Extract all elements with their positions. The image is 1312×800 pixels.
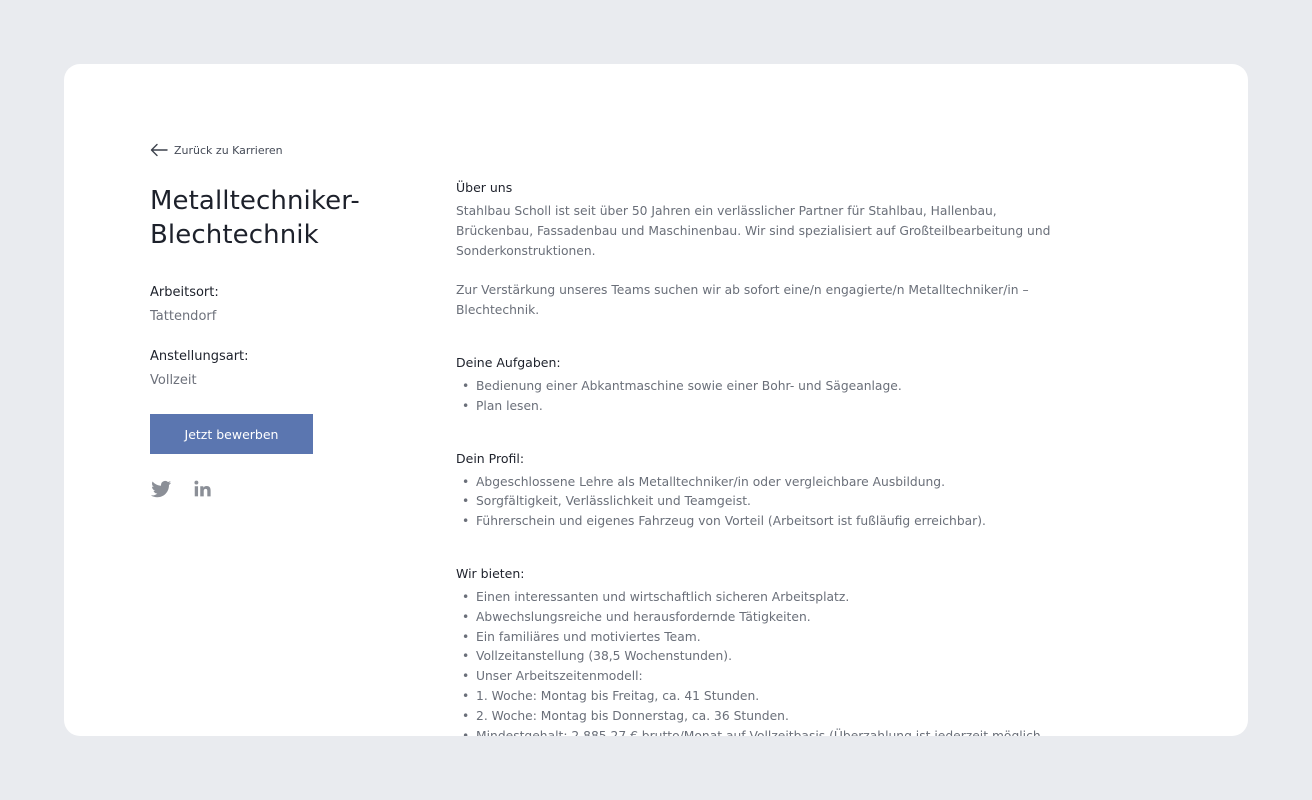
employment-type-label: Anstellungsart: xyxy=(150,349,249,364)
job-description: Über uns Stahlbau Scholl ist seit über 5… xyxy=(456,178,1056,736)
back-link-label: Zurück zu Karrieren xyxy=(174,143,283,157)
list-item: Einen interessanten und wirtschaftlich s… xyxy=(456,588,1056,608)
list-item: Mindestgehalt: 2.885,27 € brutto/Monat a… xyxy=(456,727,1056,736)
tasks-section: Deine Aufgaben: Bedienung einer Abkantma… xyxy=(456,353,1056,417)
list-item: Sorgfältigkeit, Verlässlichkeit und Team… xyxy=(456,492,1056,512)
list-item: 1. Woche: Montag bis Freitag, ca. 41 Stu… xyxy=(456,687,1056,707)
list-item: Plan lesen. xyxy=(456,397,1056,417)
tasks-list: Bedienung einer Abkantmaschine sowie ein… xyxy=(456,377,1056,417)
profile-list: Abgeschlossene Lehre als Metalltechniker… xyxy=(456,473,1056,532)
location-label: Arbeitsort: xyxy=(150,285,219,300)
about-paragraph: Zur Verstärkung unseres Teams suchen wir… xyxy=(456,283,1029,318)
list-item: Ein familiäres und motiviertes Team. xyxy=(456,628,1056,648)
arrow-left-icon xyxy=(150,143,168,157)
profile-section: Dein Profil: Abgeschlossene Lehre als Me… xyxy=(456,449,1056,532)
twitter-icon[interactable] xyxy=(150,478,172,500)
list-item: 2. Woche: Montag bis Donnerstag, ca. 36 … xyxy=(456,707,1056,727)
linkedin-icon[interactable] xyxy=(192,478,214,500)
offer-heading: Wir bieten: xyxy=(456,565,525,581)
about-paragraph: Stahlbau Scholl ist seit über 50 Jahren … xyxy=(456,204,1051,258)
profile-heading: Dein Profil: xyxy=(456,450,525,466)
offer-list: Einen interessanten und wirtschaftlich s… xyxy=(456,588,1056,736)
tasks-heading: Deine Aufgaben: xyxy=(456,354,561,370)
list-item: Abgeschlossene Lehre als Metalltechniker… xyxy=(456,473,1056,493)
offer-section: Wir bieten: Einen interessanten und wirt… xyxy=(456,564,1056,736)
list-item: Bedienung einer Abkantmaschine sowie ein… xyxy=(456,377,1056,397)
job-detail-card: Zurück zu Karrieren Metalltechniker-Blec… xyxy=(64,64,1248,736)
job-title: Metalltechniker-Blechtechnik xyxy=(150,186,360,250)
list-item: Unser Arbeitszeitenmodell: xyxy=(456,667,1056,687)
social-share xyxy=(150,478,410,500)
location-value: Tattendorf xyxy=(150,309,217,324)
employment-type-value: Vollzeit xyxy=(150,373,197,388)
list-item: Abwechslungsreiche und herausfordernde T… xyxy=(456,608,1056,628)
back-to-careers-link[interactable]: Zurück zu Karrieren xyxy=(150,140,410,160)
about-section: Über uns Stahlbau Scholl ist seit über 5… xyxy=(456,178,1056,321)
list-item: Führerschein und eigenes Fahrzeug von Vo… xyxy=(456,512,1056,532)
list-item: Vollzeitanstellung (38,5 Wochenstunden). xyxy=(456,647,1056,667)
about-heading: Über uns xyxy=(456,180,513,195)
apply-now-button[interactable]: Jetzt bewerben xyxy=(150,414,313,454)
job-sidebar: Zurück zu Karrieren Metalltechniker-Blec… xyxy=(150,140,410,500)
